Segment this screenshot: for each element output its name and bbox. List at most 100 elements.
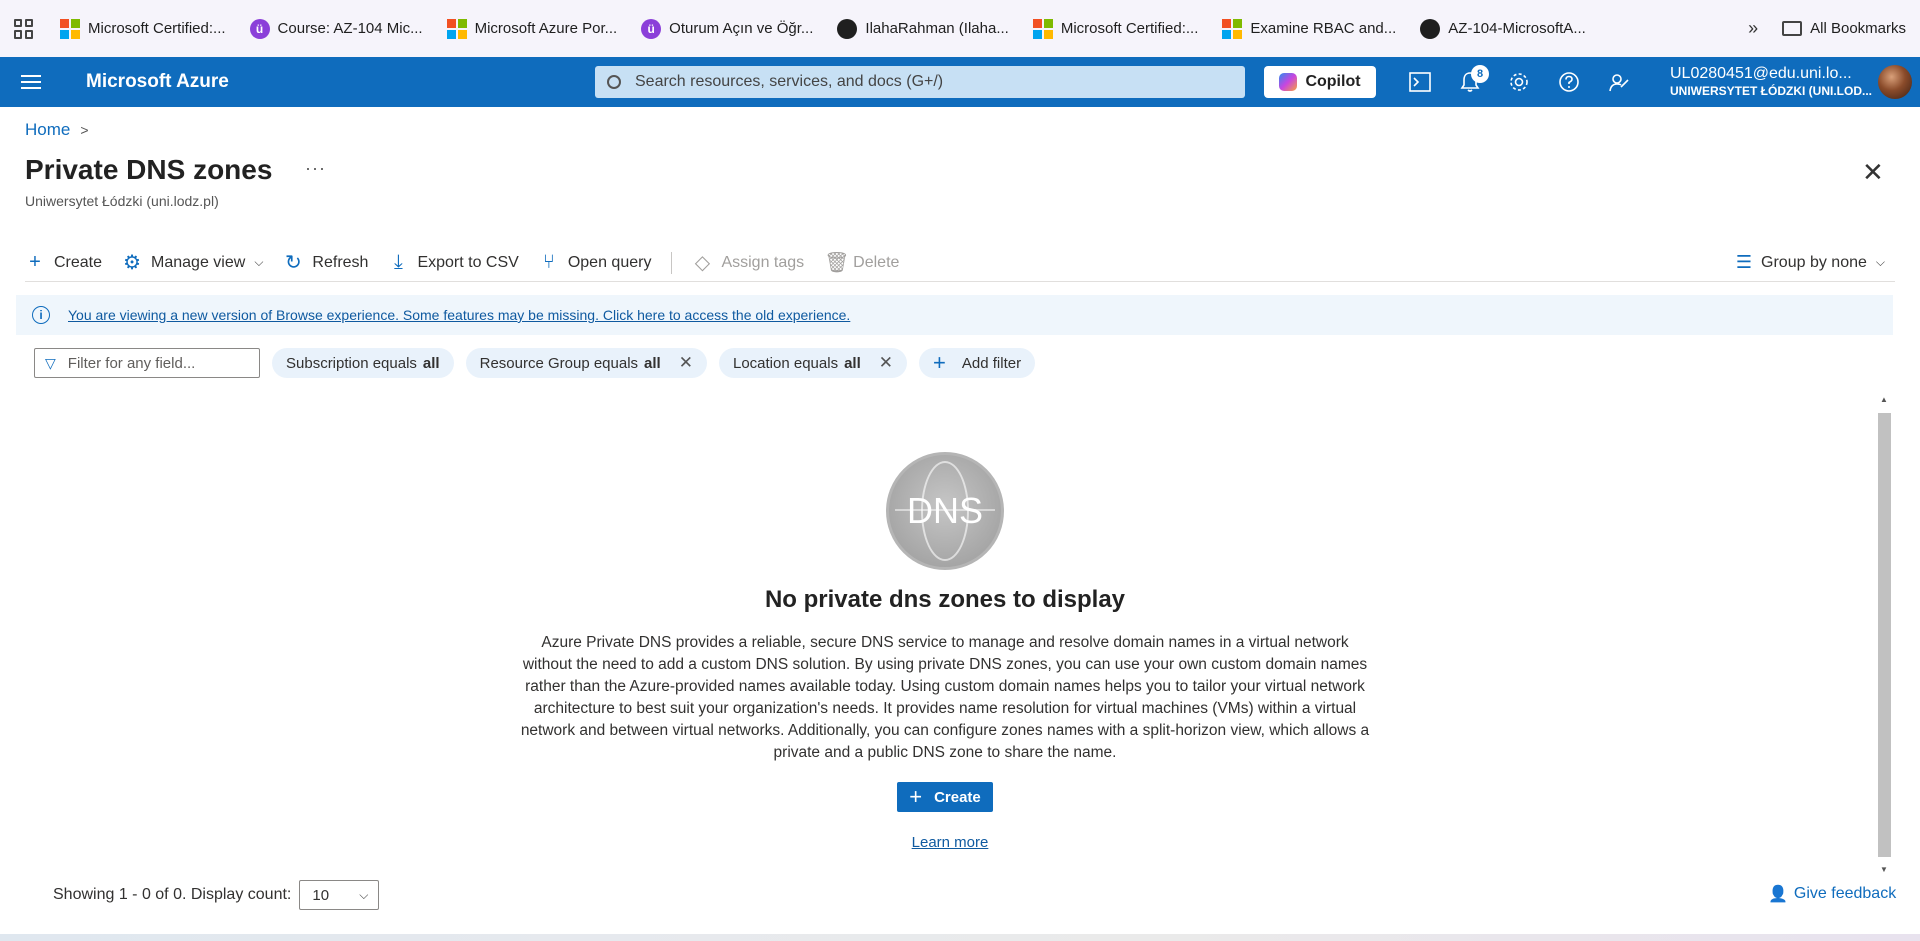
vertical-scrollbar[interactable]: ▲ ▼ [1875, 393, 1893, 878]
bookmark-label: Microsoft Certified:... [88, 20, 226, 37]
more-options-button[interactable]: ··· [305, 158, 326, 179]
give-feedback-link[interactable]: 👤 Give feedback [1768, 884, 1896, 904]
assign-tags-label: Assign tags [721, 253, 805, 271]
all-bookmarks-label: All Bookmarks [1810, 20, 1906, 37]
refresh-icon: ↻ [285, 252, 302, 274]
bookmark-item[interactable]: ü Oturum Açın ve Öğr... [641, 18, 814, 39]
close-icon[interactable]: ✕ [1862, 159, 1884, 185]
location-filter-pill[interactable]: Location equals all ✕ [718, 348, 908, 378]
scroll-up-icon[interactable]: ▲ [1880, 395, 1888, 404]
copilot-label: Copilot [1305, 73, 1361, 90]
bookmark-item[interactable]: AZ-104-MicrosoftA... [1420, 18, 1586, 39]
apps-grid-icon[interactable] [14, 18, 34, 39]
bookmark-label: Oturum Açın ve Öğr... [669, 20, 814, 37]
microsoft-logo-icon [446, 18, 467, 39]
window-bottom-edge [0, 934, 1920, 941]
microsoft-logo-icon [1222, 18, 1243, 39]
copilot-button[interactable]: Copilot [1264, 66, 1376, 98]
breadcrumb: Home > [25, 120, 89, 140]
query-icon: ⑂ [542, 251, 555, 273]
export-csv-label: Export to CSV [417, 253, 519, 271]
settings-gear-icon[interactable] [1508, 71, 1530, 93]
manage-view-label: Manage view [151, 253, 246, 271]
feedback-icon[interactable] [1608, 71, 1630, 93]
avatar[interactable] [1878, 65, 1912, 99]
command-bar: + Create ⚙ Manage view ⌵ ↻ Refresh ⤓ Exp… [25, 244, 1895, 282]
filter-pill-label: Subscription equals [286, 354, 417, 372]
bookmark-item[interactable]: Microsoft Certified:... [1032, 18, 1199, 39]
manage-view-button[interactable]: ⚙ Manage view ⌵ [122, 250, 263, 275]
page-subtitle: Uniwersytet Łódzki (uni.lodz.pl) [25, 193, 219, 209]
delete-button[interactable]: 🗑 Delete [824, 250, 899, 275]
plus-icon: + [29, 251, 41, 273]
old-experience-link[interactable]: You are viewing a new version of Browse … [68, 307, 850, 323]
remove-filter-icon[interactable]: ✕ [879, 353, 893, 373]
refresh-button[interactable]: ↻ Refresh [283, 250, 368, 275]
open-query-button[interactable]: ⑂ Open query [539, 251, 652, 274]
create-label: Create [54, 253, 103, 271]
account-menu[interactable]: UL0280451@edu.uni.lo... UNIWERSYTET ŁÓDZ… [1670, 65, 1872, 98]
bookmark-item[interactable]: Microsoft Certified:... [60, 18, 226, 39]
list-icon: ☰ [1735, 252, 1753, 272]
remove-filter-icon[interactable]: ✕ [679, 353, 693, 373]
empty-state-description: Azure Private DNS provides a reliable, s… [520, 634, 1370, 761]
dns-globe-icon: DNS [886, 452, 1004, 570]
cloud-shell-icon[interactable] [1409, 71, 1431, 93]
export-csv-button[interactable]: ⤓ Export to CSV [388, 251, 519, 274]
bookmark-item[interactable]: IlahaRahman (Ilaha... [837, 18, 1009, 39]
plus-icon: + [933, 350, 946, 375]
filter-pill-value: all [422, 354, 440, 372]
display-count-select[interactable]: 10 ⌵ [299, 880, 380, 910]
dns-icon-text: DNS [906, 490, 983, 531]
bookmarks-overflow-button[interactable]: » [1748, 18, 1758, 39]
filter-pill-value: all [844, 354, 861, 372]
filter-pill-label: Resource Group equals [479, 354, 639, 372]
chevron-down-icon: ⌵ [1875, 255, 1885, 269]
filter-placeholder: Filter for any field... [67, 354, 196, 372]
resource-group-filter-pill[interactable]: Resource Group equals all ✕ [465, 348, 707, 378]
download-icon: ⤓ [394, 251, 403, 273]
portal-brand[interactable]: Microsoft Azure [86, 71, 229, 93]
info-icon: i [32, 306, 50, 324]
all-bookmarks-button[interactable]: All Bookmarks [1782, 20, 1906, 37]
chevron-right-icon: > [80, 122, 89, 138]
global-search-input[interactable]: Search resources, services, and docs (G+… [595, 66, 1245, 98]
trash-icon: 🗑 [824, 252, 850, 274]
bookmark-item[interactable]: Microsoft Azure Por... [446, 18, 618, 39]
gear-icon: ⚙ [123, 252, 141, 274]
chevron-down-icon: ⌵ [359, 887, 369, 902]
bookmark-item[interactable]: Examine RBAC and... [1222, 18, 1396, 39]
github-logo-icon [1420, 18, 1441, 39]
breadcrumb-home-link[interactable]: Home [25, 120, 70, 140]
account-org: UNIWERSYTET ŁÓDZKI (UNI.LOD... [1670, 84, 1872, 98]
pagination-footer: Showing 1 - 0 of 0. Display count: 10 ⌵ [53, 880, 380, 910]
folder-icon [1782, 21, 1803, 36]
microsoft-logo-icon [1032, 18, 1053, 39]
microsoft-logo-icon [60, 18, 80, 39]
scroll-down-icon[interactable]: ▼ [1880, 865, 1888, 874]
bookmark-label: Microsoft Azure Por... [474, 20, 618, 37]
empty-state-heading: No private dns zones to display [764, 586, 1126, 613]
copilot-icon [1279, 73, 1298, 91]
scrollbar-thumb[interactable] [1878, 413, 1891, 857]
filter-pill-value: all [644, 354, 661, 372]
notifications-icon[interactable]: 8 [1459, 65, 1489, 93]
account-email: UL0280451@edu.uni.lo... [1670, 65, 1852, 82]
create-button-label: Create [934, 788, 981, 806]
help-icon[interactable] [1558, 71, 1580, 93]
menu-icon[interactable] [21, 75, 41, 89]
udemy-logo-icon: ü [249, 18, 270, 39]
info-banner: i You are viewing a new version of Brows… [16, 295, 1893, 335]
add-filter-button[interactable]: + Add filter [919, 348, 1036, 378]
bookmark-label: Microsoft Certified:... [1060, 20, 1199, 37]
learn-more-link[interactable]: Learn more [500, 834, 1390, 851]
bookmark-item[interactable]: ü Course: AZ-104 Mic... [249, 18, 423, 39]
chevron-down-icon: ⌵ [254, 255, 264, 269]
page-title: Private DNS zones [25, 154, 273, 185]
filter-input[interactable]: ▽ Filter for any field... [34, 348, 260, 378]
group-by-dropdown[interactable]: ☰ Group by none ⌵ [1736, 252, 1885, 273]
create-private-dns-zone-button[interactable]: + Create [897, 782, 993, 812]
subscription-filter-pill[interactable]: Subscription equals all [272, 348, 454, 378]
assign-tags-button[interactable]: ◇ Assign tags [692, 250, 804, 275]
create-button[interactable]: + Create [25, 251, 102, 274]
